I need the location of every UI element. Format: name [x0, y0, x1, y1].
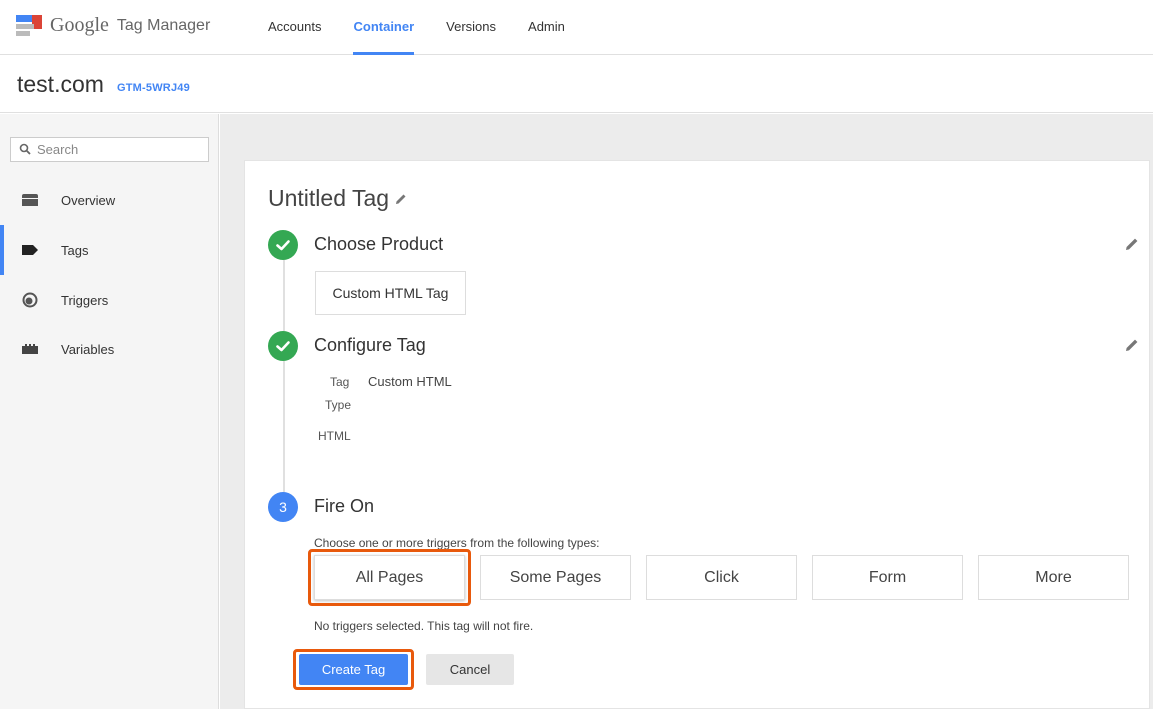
- trigger-status-text: No triggers selected. This tag will not …: [314, 619, 534, 633]
- variables-icon: [22, 344, 38, 354]
- sidebar: Search Overview Tags Triggers Variables: [0, 114, 219, 709]
- nav-accounts[interactable]: Accounts: [268, 0, 321, 55]
- sidebar-item-triggers[interactable]: Triggers: [0, 275, 218, 325]
- sidebar-item-tags[interactable]: Tags: [0, 225, 218, 275]
- checkmark-icon: [276, 341, 290, 352]
- search-icon: [19, 143, 31, 155]
- edit-product-pencil-icon[interactable]: [1125, 237, 1139, 251]
- product-custom-html-tag[interactable]: Custom HTML Tag: [315, 271, 466, 315]
- step-number-badge: 3: [268, 492, 298, 522]
- trigger-more-button[interactable]: More: [978, 555, 1129, 600]
- trigger-icon: [22, 292, 38, 308]
- html-label: HTML: [318, 429, 351, 443]
- tag-title[interactable]: Untitled Tag: [268, 185, 389, 212]
- trigger-form-button[interactable]: Form: [812, 555, 963, 600]
- tag-icon: [22, 245, 38, 255]
- container-name: test.com: [17, 71, 104, 97]
- create-tag-button[interactable]: Create Tag: [299, 654, 408, 685]
- sidebar-item-variables[interactable]: Variables: [0, 324, 218, 374]
- step-configure-tag-title: Configure Tag: [314, 335, 426, 355]
- step-complete-icon: [268, 331, 298, 361]
- logo-product-text: Tag Manager: [116, 16, 211, 34]
- nav-container[interactable]: Container: [353, 0, 414, 55]
- checkmark-icon: [276, 240, 290, 251]
- search-input[interactable]: Search: [10, 137, 209, 162]
- top-nav: Accounts Container Versions Admin: [268, 0, 597, 55]
- sidebar-item-label: Variables: [61, 341, 115, 357]
- trigger-some-pages-button[interactable]: Some Pages: [480, 555, 631, 600]
- gtm-logo[interactable]: Google Tag Manager: [16, 14, 210, 37]
- tag-type-value: Custom HTML: [368, 374, 452, 389]
- sidebar-item-label: Triggers: [61, 292, 109, 308]
- tag-editor-card: Untitled Tag Choose Product Custom HTML …: [244, 160, 1150, 709]
- tag-type-label-line1: Tag: [330, 375, 350, 389]
- trigger-hint: Choose one or more triggers from the fol…: [314, 536, 600, 550]
- logo-google-text: Google: [50, 14, 109, 36]
- active-indicator: [0, 225, 4, 275]
- tag-type-label-line2: Type: [325, 398, 352, 412]
- top-bar: Google Tag Manager Accounts Container Ve…: [0, 0, 1153, 55]
- main-content: Untitled Tag Choose Product Custom HTML …: [220, 114, 1153, 709]
- cancel-button[interactable]: Cancel: [426, 654, 514, 685]
- sidebar-item-overview[interactable]: Overview: [0, 175, 218, 225]
- edit-config-pencil-icon[interactable]: [1125, 338, 1139, 352]
- sidebar-item-label: Overview: [61, 192, 116, 208]
- folder-icon: [22, 194, 38, 206]
- pencil-icon[interactable]: [395, 193, 407, 205]
- trigger-all-pages-button[interactable]: All Pages: [314, 555, 465, 600]
- trigger-click-button[interactable]: Click: [646, 555, 797, 600]
- container-header: test.com GTM-5WRJ49: [0, 55, 1153, 113]
- step-complete-icon: [268, 230, 298, 260]
- steps-connector: [283, 257, 285, 507]
- nav-versions[interactable]: Versions: [446, 0, 496, 55]
- nav-admin[interactable]: Admin: [528, 0, 565, 55]
- container-id[interactable]: GTM-5WRJ49: [117, 82, 190, 94]
- step-choose-product-title: Choose Product: [314, 234, 444, 254]
- sidebar-item-label: Tags: [61, 242, 89, 258]
- search-placeholder: Search: [37, 142, 79, 157]
- step-fire-on-title: Fire On: [314, 496, 375, 516]
- gtm-logo-icon: [16, 14, 42, 37]
